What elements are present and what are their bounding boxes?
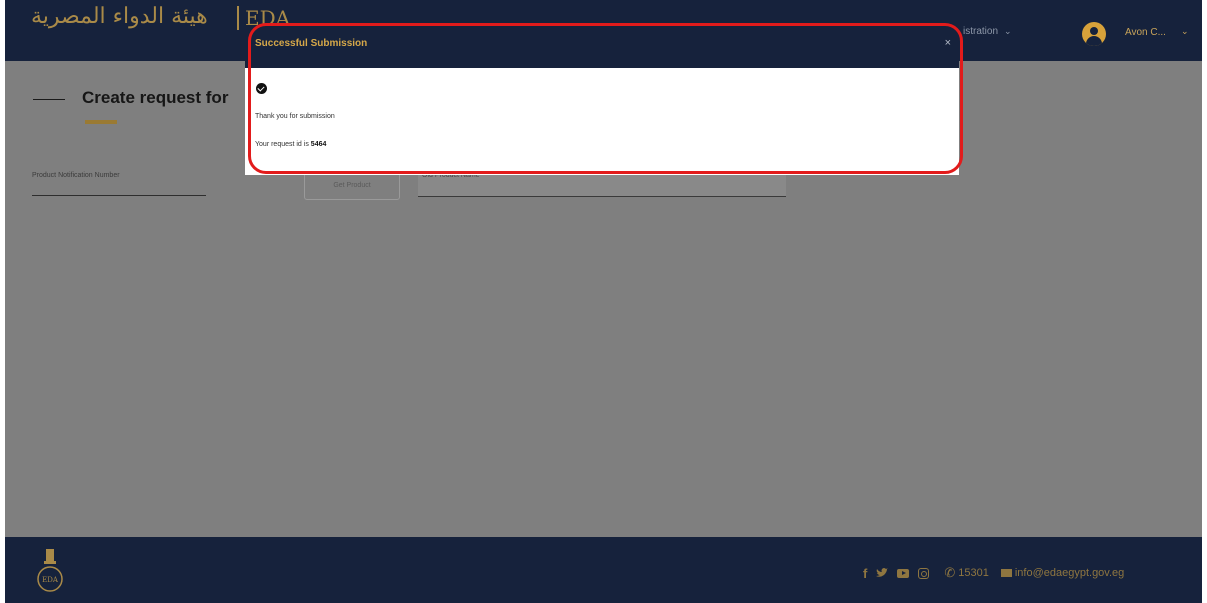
email-address: info@edaegypt.gov.eg xyxy=(1014,567,1125,579)
notification-number-input[interactable] xyxy=(32,195,206,196)
footer-contact: f ✆ 15301 info@edaegypt.gov.eg xyxy=(863,565,1124,581)
phone-number: 15301 xyxy=(958,567,989,579)
modal-title: Successful Submission xyxy=(255,38,368,49)
notification-number-label: Product Notification Number xyxy=(32,172,120,179)
request-id-line: Your request id is 5464 xyxy=(255,141,326,148)
twitter-icon[interactable] xyxy=(876,568,889,578)
nav-menu-registration[interactable]: istration ⌄ xyxy=(963,26,1012,37)
title-dash xyxy=(33,99,65,100)
user-menu-chevron-icon[interactable]: ⌄ xyxy=(1181,27,1189,37)
modal-header: Successful Submission × xyxy=(245,25,959,68)
footer: EDA f ✆ 15301 info@edaegypt.gov.eg xyxy=(5,537,1202,603)
footer-phone[interactable]: ✆ 15301 xyxy=(944,565,989,581)
facebook-icon[interactable]: f xyxy=(863,566,867,581)
close-icon[interactable]: × xyxy=(945,37,951,49)
phone-icon: ✆ xyxy=(944,565,956,580)
request-id-prefix: Your request id is xyxy=(255,141,309,148)
check-circle-icon xyxy=(256,83,267,94)
success-modal: Successful Submission × Thank you for su… xyxy=(245,25,959,175)
user-name[interactable]: Avon C... xyxy=(1125,27,1166,38)
youtube-icon[interactable] xyxy=(897,568,910,578)
page-title: Create request for xyxy=(82,88,229,107)
logo-arabic[interactable]: هيئة الدواء المصرية xyxy=(31,4,208,29)
request-id-value: 5464 xyxy=(310,141,327,148)
user-avatar-icon[interactable] xyxy=(1082,22,1106,46)
nav-menu-label: istration xyxy=(963,26,999,37)
avatar-head xyxy=(1090,27,1098,35)
get-product-button[interactable]: Get Product xyxy=(304,172,400,200)
footer-email[interactable]: info@edaegypt.gov.eg xyxy=(1000,567,1125,579)
eda-emblem-icon: EDA xyxy=(37,549,63,592)
success-message: Thank you for submission xyxy=(255,113,335,120)
chevron-down-icon: ⌄ xyxy=(1004,26,1012,36)
mail-icon xyxy=(1000,569,1012,577)
title-accent-bar xyxy=(85,120,117,124)
svg-text:EDA: EDA xyxy=(42,576,59,584)
instagram-icon[interactable] xyxy=(918,567,930,579)
avatar-body xyxy=(1086,36,1102,46)
